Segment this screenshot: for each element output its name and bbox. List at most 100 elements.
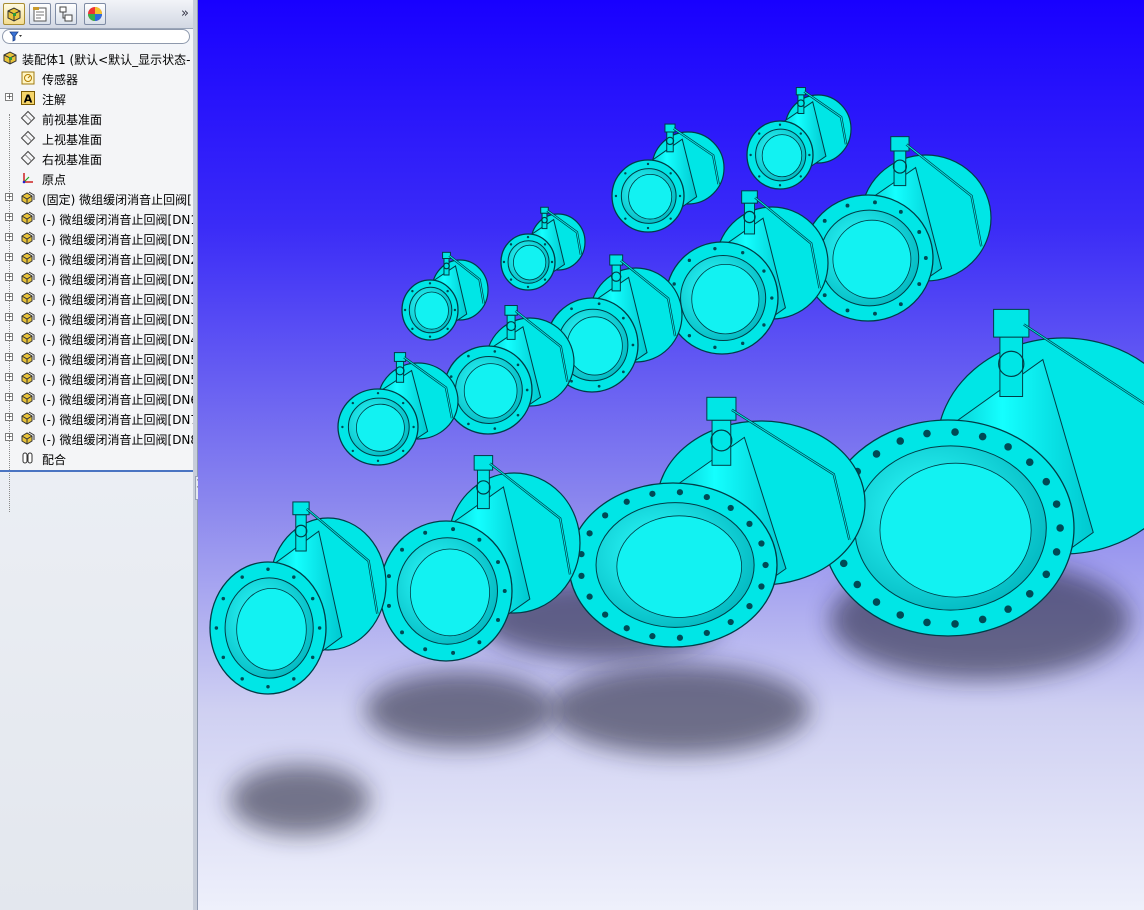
- tree-item[interactable]: + (-) 微组缓闭消音止回阀[DN1: [0, 228, 193, 248]
- valve[interactable]: [568, 396, 866, 648]
- displaymanager-tab-icon[interactable]: [84, 3, 106, 25]
- tree-item[interactable]: + (-) 微组缓闭消音止回阀[DN6: [0, 388, 193, 408]
- valve[interactable]: [611, 123, 725, 233]
- tree-item[interactable]: + (-) 微组缓闭消音止回阀[DN8: [0, 428, 193, 448]
- tree-item[interactable]: + (-) 微组缓闭消音止回阀[DN2: [0, 248, 193, 268]
- tree-item[interactable]: + (-) 微组缓闭消音止回阀[DN1: [0, 208, 193, 228]
- assembly-scene[interactable]: [198, 0, 1144, 910]
- bolt-hole: [446, 327, 449, 331]
- part-icon: [20, 310, 36, 326]
- bolt-hole: [845, 308, 850, 313]
- bolt-hole: [799, 132, 802, 135]
- configurationmanager-tab-icon[interactable]: [55, 3, 77, 25]
- bolt-hole: [623, 498, 630, 505]
- tree-item-label: 右视基准面: [42, 153, 103, 167]
- valve[interactable]: [337, 352, 459, 466]
- expand-toggle-icon[interactable]: +: [5, 273, 13, 281]
- featuremanager-tab-icon[interactable]: [3, 3, 25, 25]
- bolt-hole: [400, 630, 405, 635]
- valve-stem: [476, 469, 490, 510]
- bore-inner: [414, 291, 449, 330]
- bolt-hole: [386, 574, 391, 579]
- tree-root-item[interactable]: 装配体1 (默认<默认_显示状态-: [0, 48, 193, 68]
- valve-stem: [395, 360, 405, 383]
- expand-toggle-icon[interactable]: +: [5, 93, 13, 101]
- bolt-hole: [758, 132, 761, 135]
- valve[interactable]: [665, 190, 829, 355]
- valve[interactable]: [746, 87, 852, 190]
- bolt-hole: [896, 437, 905, 445]
- feature-tree: 装配体1 (默认<默认_显示状态- 传感器 + A 注解 前视基准面 上视基准面右视基准面原…: [0, 48, 193, 512]
- filter-icon[interactable]: [9, 31, 23, 45]
- expand-toggle-icon[interactable]: +: [5, 293, 13, 301]
- bolt-hole: [762, 269, 766, 273]
- expand-toggle-icon[interactable]: +: [5, 313, 13, 321]
- tree-item[interactable]: + A 注解: [0, 88, 193, 108]
- graphics-viewport[interactable]: [198, 0, 1144, 910]
- bolt-hole: [477, 640, 482, 645]
- tree-item[interactable]: 上视基准面: [0, 128, 193, 148]
- valve[interactable]: [500, 206, 586, 291]
- filter-input[interactable]: [2, 29, 190, 44]
- bolt-hole: [351, 401, 355, 405]
- bolt-hole: [597, 302, 601, 306]
- bolt-hole: [570, 307, 573, 311]
- bolt-hole: [614, 194, 618, 198]
- tree-item[interactable]: + (-) 微组缓闭消音止回阀[DN2: [0, 268, 193, 288]
- expand-toggle-icon[interactable]: +: [5, 373, 13, 381]
- part-icon: [20, 350, 36, 366]
- bolt-hole: [403, 308, 407, 312]
- tree-item[interactable]: + (-) 微组缓闭消音止回阀[DN4: [0, 328, 193, 348]
- bolt-hole: [727, 504, 734, 512]
- tree-item-label: 配合: [42, 453, 67, 467]
- bolt-hole: [951, 620, 959, 628]
- expand-toggle-icon[interactable]: +: [5, 253, 13, 261]
- bolt-hole: [676, 634, 684, 641]
- tree-item[interactable]: 传感器: [0, 68, 193, 88]
- bolt-hole: [896, 611, 905, 619]
- valve[interactable]: [443, 305, 575, 435]
- bolt-hole: [649, 633, 656, 640]
- propertymanager-tab-icon[interactable]: [29, 3, 51, 25]
- tree-item[interactable]: 前视基准面: [0, 108, 193, 128]
- bore-inner: [236, 588, 307, 671]
- tree-item[interactable]: 原点: [0, 168, 193, 188]
- manager-tabbar: »: [0, 0, 193, 29]
- expand-toggle-icon[interactable]: +: [5, 193, 13, 201]
- tree-item[interactable]: + (-) 微组缓闭消音止回阀[DN3: [0, 288, 193, 308]
- expand-panel-button[interactable]: »: [181, 6, 189, 21]
- bolt-hole: [341, 425, 344, 429]
- valve[interactable]: [209, 501, 387, 695]
- expand-toggle-icon[interactable]: +: [5, 353, 13, 361]
- bolt-hole: [214, 626, 219, 630]
- tree-item[interactable]: + (-) 微组缓闭消音止回阀[DN7: [0, 408, 193, 428]
- tree-item[interactable]: + (-) 微组缓闭消音止回阀[DN5: [0, 348, 193, 368]
- bolt-hole: [428, 335, 432, 338]
- valve[interactable]: [802, 136, 992, 322]
- expand-toggle-icon[interactable]: +: [5, 213, 13, 221]
- expand-toggle-icon[interactable]: +: [5, 333, 13, 341]
- bolt-hole: [543, 243, 547, 246]
- bore-inner: [409, 548, 490, 637]
- valve-stem: [443, 258, 450, 276]
- bolt-hole: [749, 153, 752, 157]
- bolt-hole: [770, 296, 774, 300]
- bolt-hole: [741, 341, 745, 346]
- tree-item[interactable]: + (-) 微组缓闭消音止回阀[DN3: [0, 308, 193, 328]
- expand-toggle-icon[interactable]: +: [5, 433, 13, 441]
- valve[interactable]: [401, 251, 489, 341]
- tree-item[interactable]: + (固定) 微组缓闭消音止回阀[I: [0, 188, 193, 208]
- tree-item-label: (-) 微组缓闭消音止回阀[DN3: [42, 313, 194, 327]
- bolt-hole: [221, 596, 226, 601]
- tree-item-label: (-) 微组缓闭消音止回阀[DN3: [42, 293, 194, 307]
- bolt-hole: [898, 302, 903, 307]
- expand-toggle-icon[interactable]: +: [5, 413, 13, 421]
- expand-toggle-icon[interactable]: +: [5, 393, 13, 401]
- tree-item[interactable]: 右视基准面: [0, 148, 193, 168]
- bolt-hole: [292, 575, 296, 579]
- bolt-hole: [266, 685, 270, 689]
- tree-item[interactable]: 配合: [0, 448, 193, 468]
- tree-item[interactable]: + (-) 微组缓闭消音止回阀[DN5: [0, 368, 193, 388]
- expand-toggle-icon[interactable]: +: [5, 233, 13, 241]
- bolt-hole: [376, 459, 380, 463]
